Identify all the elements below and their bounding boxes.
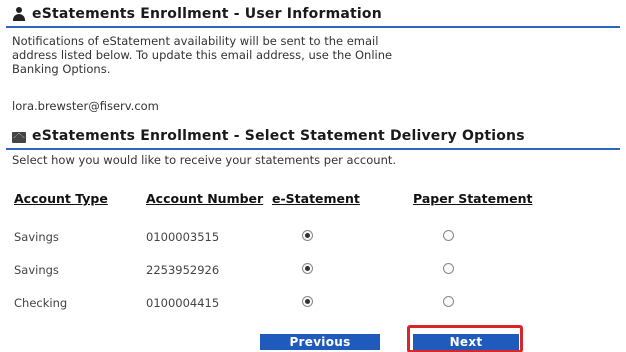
table-row: Checking 0100004415: [8, 286, 563, 319]
account-number-cell: 0100004415: [146, 295, 220, 310]
paper-statement-radio[interactable]: [443, 262, 454, 274]
delivery-options-title: eStatements Enrollment - Select Statemen…: [32, 128, 525, 144]
account-type-cell: Checking: [14, 295, 68, 310]
previous-button[interactable]: Previous: [260, 334, 380, 350]
user-info-title: eStatements Enrollment - User Informatio…: [32, 6, 382, 22]
header-paper-statement: Paper Statement: [413, 191, 533, 206]
estatements-enrollment-page: eStatements Enrollment - User Informatio…: [0, 0, 626, 352]
user-info-header: eStatements Enrollment - User Informatio…: [0, 2, 626, 26]
table-row: Savings 0100003515: [8, 220, 563, 253]
account-number-cell: 0100003515: [146, 229, 220, 244]
delivery-instruction: Select how you would like to receive you…: [12, 153, 397, 167]
header-account-type: Account Type: [14, 191, 108, 206]
table-header-row: Account Type Account Number e-Statement …: [8, 191, 563, 220]
email-address: lora.brewster@fiserv.com: [12, 99, 159, 113]
notification-line-1: Notifications of eStatement availability…: [12, 34, 379, 48]
notification-text: Notifications of eStatement availability…: [12, 34, 392, 76]
accounts-table: Account Type Account Number e-Statement …: [8, 191, 563, 319]
e-statement-radio[interactable]: [302, 229, 313, 241]
next-button[interactable]: Next: [413, 334, 519, 350]
user-info-divider: [6, 26, 620, 28]
delivery-options-divider: [6, 148, 620, 150]
account-number-cell: 2253952926: [146, 262, 220, 277]
account-type-cell: Savings: [14, 229, 59, 244]
e-statement-radio[interactable]: [302, 262, 313, 274]
notification-line-2: address listed below. To update this ema…: [12, 48, 393, 62]
account-type-cell: Savings: [14, 262, 59, 277]
paper-statement-radio[interactable]: [443, 229, 454, 241]
envelope-icon: [12, 131, 26, 143]
delivery-options-header: eStatements Enrollment - Select Statemen…: [0, 124, 626, 148]
header-e-statement: e-Statement: [272, 191, 360, 206]
notification-line-3: Banking Options.: [12, 62, 111, 76]
user-icon: [12, 7, 26, 21]
table-row: Savings 2253952926: [8, 253, 563, 286]
e-statement-radio[interactable]: [302, 295, 313, 307]
paper-statement-radio[interactable]: [443, 295, 454, 307]
header-account-number: Account Number: [146, 191, 264, 206]
